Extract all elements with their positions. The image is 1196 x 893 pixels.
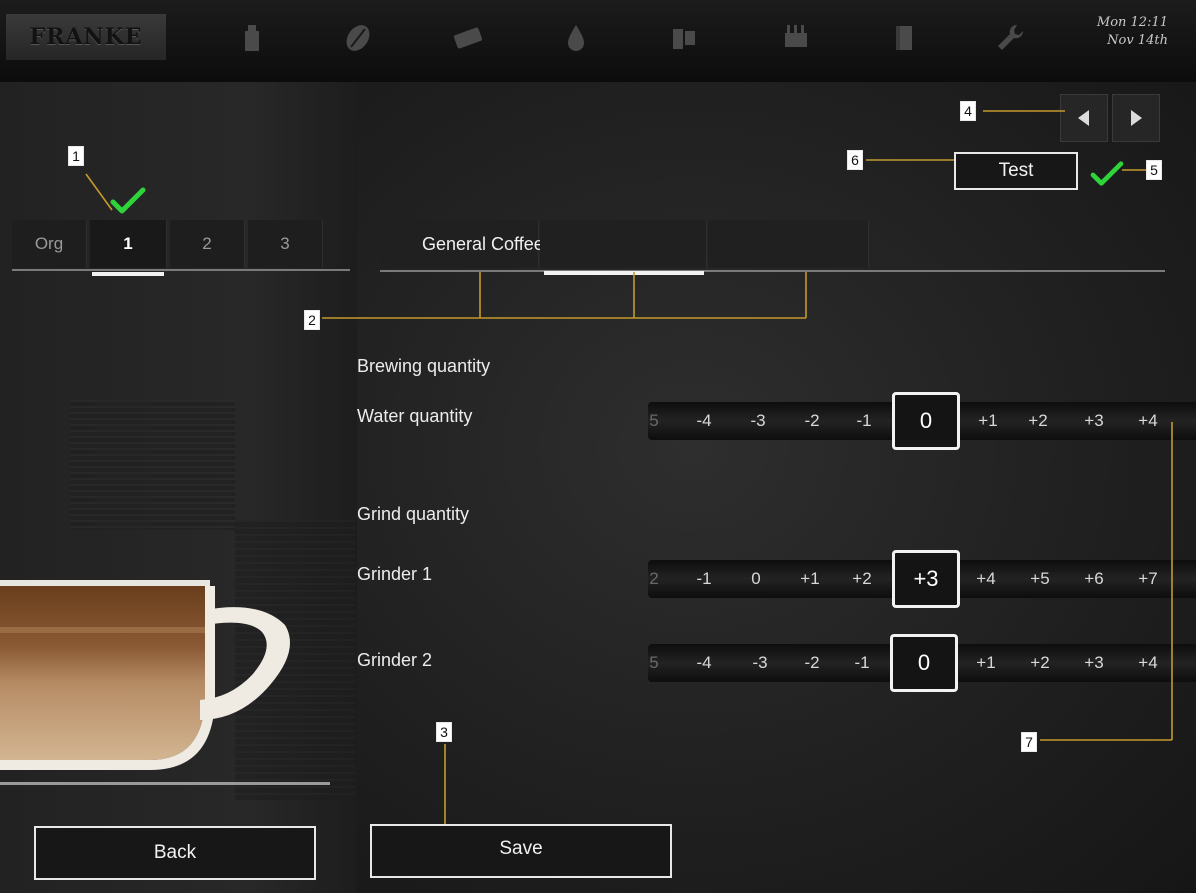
- checkmark-icon: [110, 187, 146, 214]
- coffee-bean-icon[interactable]: [338, 18, 378, 58]
- grind-quantity-heading: Grind quantity: [357, 504, 470, 524]
- scale-tick[interactable]: +2: [834, 560, 890, 598]
- scale-tick[interactable]: -4: [676, 644, 732, 682]
- tab-label: General Coffee: [422, 233, 544, 254]
- scale-tick[interactable]: -3: [732, 644, 788, 682]
- scale-selected-value[interactable]: +3: [892, 550, 960, 608]
- book-icon[interactable]: [884, 18, 924, 58]
- clock: Mon 12:11 Nov 14th: [1097, 14, 1168, 50]
- callout-6: 6: [847, 150, 863, 170]
- scale-tick[interactable]: +4: [1120, 402, 1176, 440]
- scale-selected-value[interactable]: 0: [892, 392, 960, 450]
- grinder-1-label: Grinder 1: [357, 564, 433, 584]
- recipe-tab-3[interactable]: 3: [248, 220, 323, 268]
- callout-7: 7: [1021, 732, 1037, 752]
- scale-tick[interactable]: -4: [676, 402, 732, 440]
- category-tab-general-coffee[interactable]: General Coffee: [380, 220, 544, 268]
- callout-3: 3: [436, 722, 452, 742]
- scale-tick[interactable]: -2: [784, 644, 840, 682]
- brand-logo: FRANKE: [6, 14, 166, 60]
- tab-label: Org: [34, 234, 64, 253]
- recipe-tab-org[interactable]: Org: [12, 220, 87, 268]
- beverage-icon[interactable]: [232, 18, 272, 58]
- grinder-1-slider[interactable]: 2 -1 0 +1 +2 +3 +4 +5 +6 +7: [648, 550, 1196, 608]
- tab-divider: [12, 269, 350, 271]
- brewing-quantity-heading: Brewing quantity: [357, 356, 491, 376]
- scale-tick[interactable]: -1: [834, 644, 890, 682]
- scale-tick[interactable]: 5: [644, 402, 664, 440]
- scale-tick[interactable]: -1: [676, 560, 732, 598]
- cleaning-icon[interactable]: [664, 18, 704, 58]
- scale-tick[interactable]: +6: [1066, 560, 1122, 598]
- next-arrow-button[interactable]: [1112, 94, 1160, 142]
- scale-tick[interactable]: +1: [782, 560, 838, 598]
- scale-tick[interactable]: +3: [1066, 644, 1122, 682]
- scale-tick[interactable]: -3: [730, 402, 786, 440]
- category-tab-3[interactable]: [708, 220, 869, 268]
- tab-label: 1: [123, 234, 133, 253]
- tab-label: 3: [280, 234, 290, 253]
- back-button[interactable]: Back: [34, 826, 316, 880]
- recipe-tab-1[interactable]: 1: [90, 220, 167, 268]
- callout-5: 5: [1146, 160, 1162, 180]
- scale-tick[interactable]: +5: [1012, 560, 1068, 598]
- cup-rack-icon[interactable]: [776, 18, 816, 58]
- callout-2: 2: [304, 310, 320, 330]
- scale-tick[interactable]: +2: [1012, 644, 1068, 682]
- save-button[interactable]: Save: [370, 824, 672, 878]
- checkmark-icon: [1090, 161, 1124, 186]
- previous-arrow-button[interactable]: [1060, 94, 1108, 142]
- scale-tick[interactable]: +4: [958, 560, 1014, 598]
- scale-tick[interactable]: +1: [958, 644, 1014, 682]
- coffee-cup-icon: [0, 580, 330, 785]
- chocolate-icon[interactable]: [448, 18, 488, 58]
- scale-tick[interactable]: +4: [1120, 644, 1176, 682]
- active-category-indicator: [544, 271, 704, 275]
- top-bar: FRANKE Mon 12:11 Nov 14th: [0, 0, 1196, 82]
- scale-tick[interactable]: -2: [784, 402, 840, 440]
- scale-tick[interactable]: +3: [1066, 402, 1122, 440]
- clock-date: Nov 14th: [1107, 33, 1168, 48]
- callout-1: 1: [68, 146, 84, 166]
- scale-tick[interactable]: 2: [644, 560, 664, 598]
- decorative-stripes: [70, 400, 235, 530]
- clock-day-time: Mon 12:11: [1096, 15, 1168, 30]
- wrench-icon[interactable]: [990, 18, 1030, 58]
- test-button[interactable]: Test: [954, 152, 1078, 190]
- category-tab-2[interactable]: [540, 220, 707, 268]
- recipe-tab-2[interactable]: 2: [170, 220, 245, 268]
- arrow-left-icon: [1078, 110, 1089, 126]
- scale-tick[interactable]: -1: [836, 402, 892, 440]
- grinder-2-label: Grinder 2: [357, 650, 433, 670]
- callout-4: 4: [960, 101, 976, 121]
- water-quantity-slider[interactable]: 5 -4 -3 -2 -1 0 +1 +2 +3 +4: [648, 392, 1196, 450]
- water-drop-icon[interactable]: [556, 18, 596, 58]
- active-tab-indicator: [92, 272, 164, 276]
- right-panel: [357, 82, 1196, 893]
- scale-tick[interactable]: +7: [1120, 560, 1176, 598]
- scale-tick[interactable]: +2: [1010, 402, 1066, 440]
- water-quantity-label: Water quantity: [357, 406, 473, 426]
- category-tab-divider: [380, 270, 1165, 272]
- arrow-right-icon: [1131, 110, 1142, 126]
- scale-selected-value[interactable]: 0: [890, 634, 958, 692]
- scale-tick[interactable]: +1: [960, 402, 1016, 440]
- scale-tick[interactable]: 5: [644, 644, 664, 682]
- tab-label: 2: [202, 234, 212, 253]
- grinder-2-slider[interactable]: 5 -4 -3 -2 -1 0 +1 +2 +3 +4: [648, 634, 1196, 692]
- scale-tick[interactable]: 0: [728, 560, 784, 598]
